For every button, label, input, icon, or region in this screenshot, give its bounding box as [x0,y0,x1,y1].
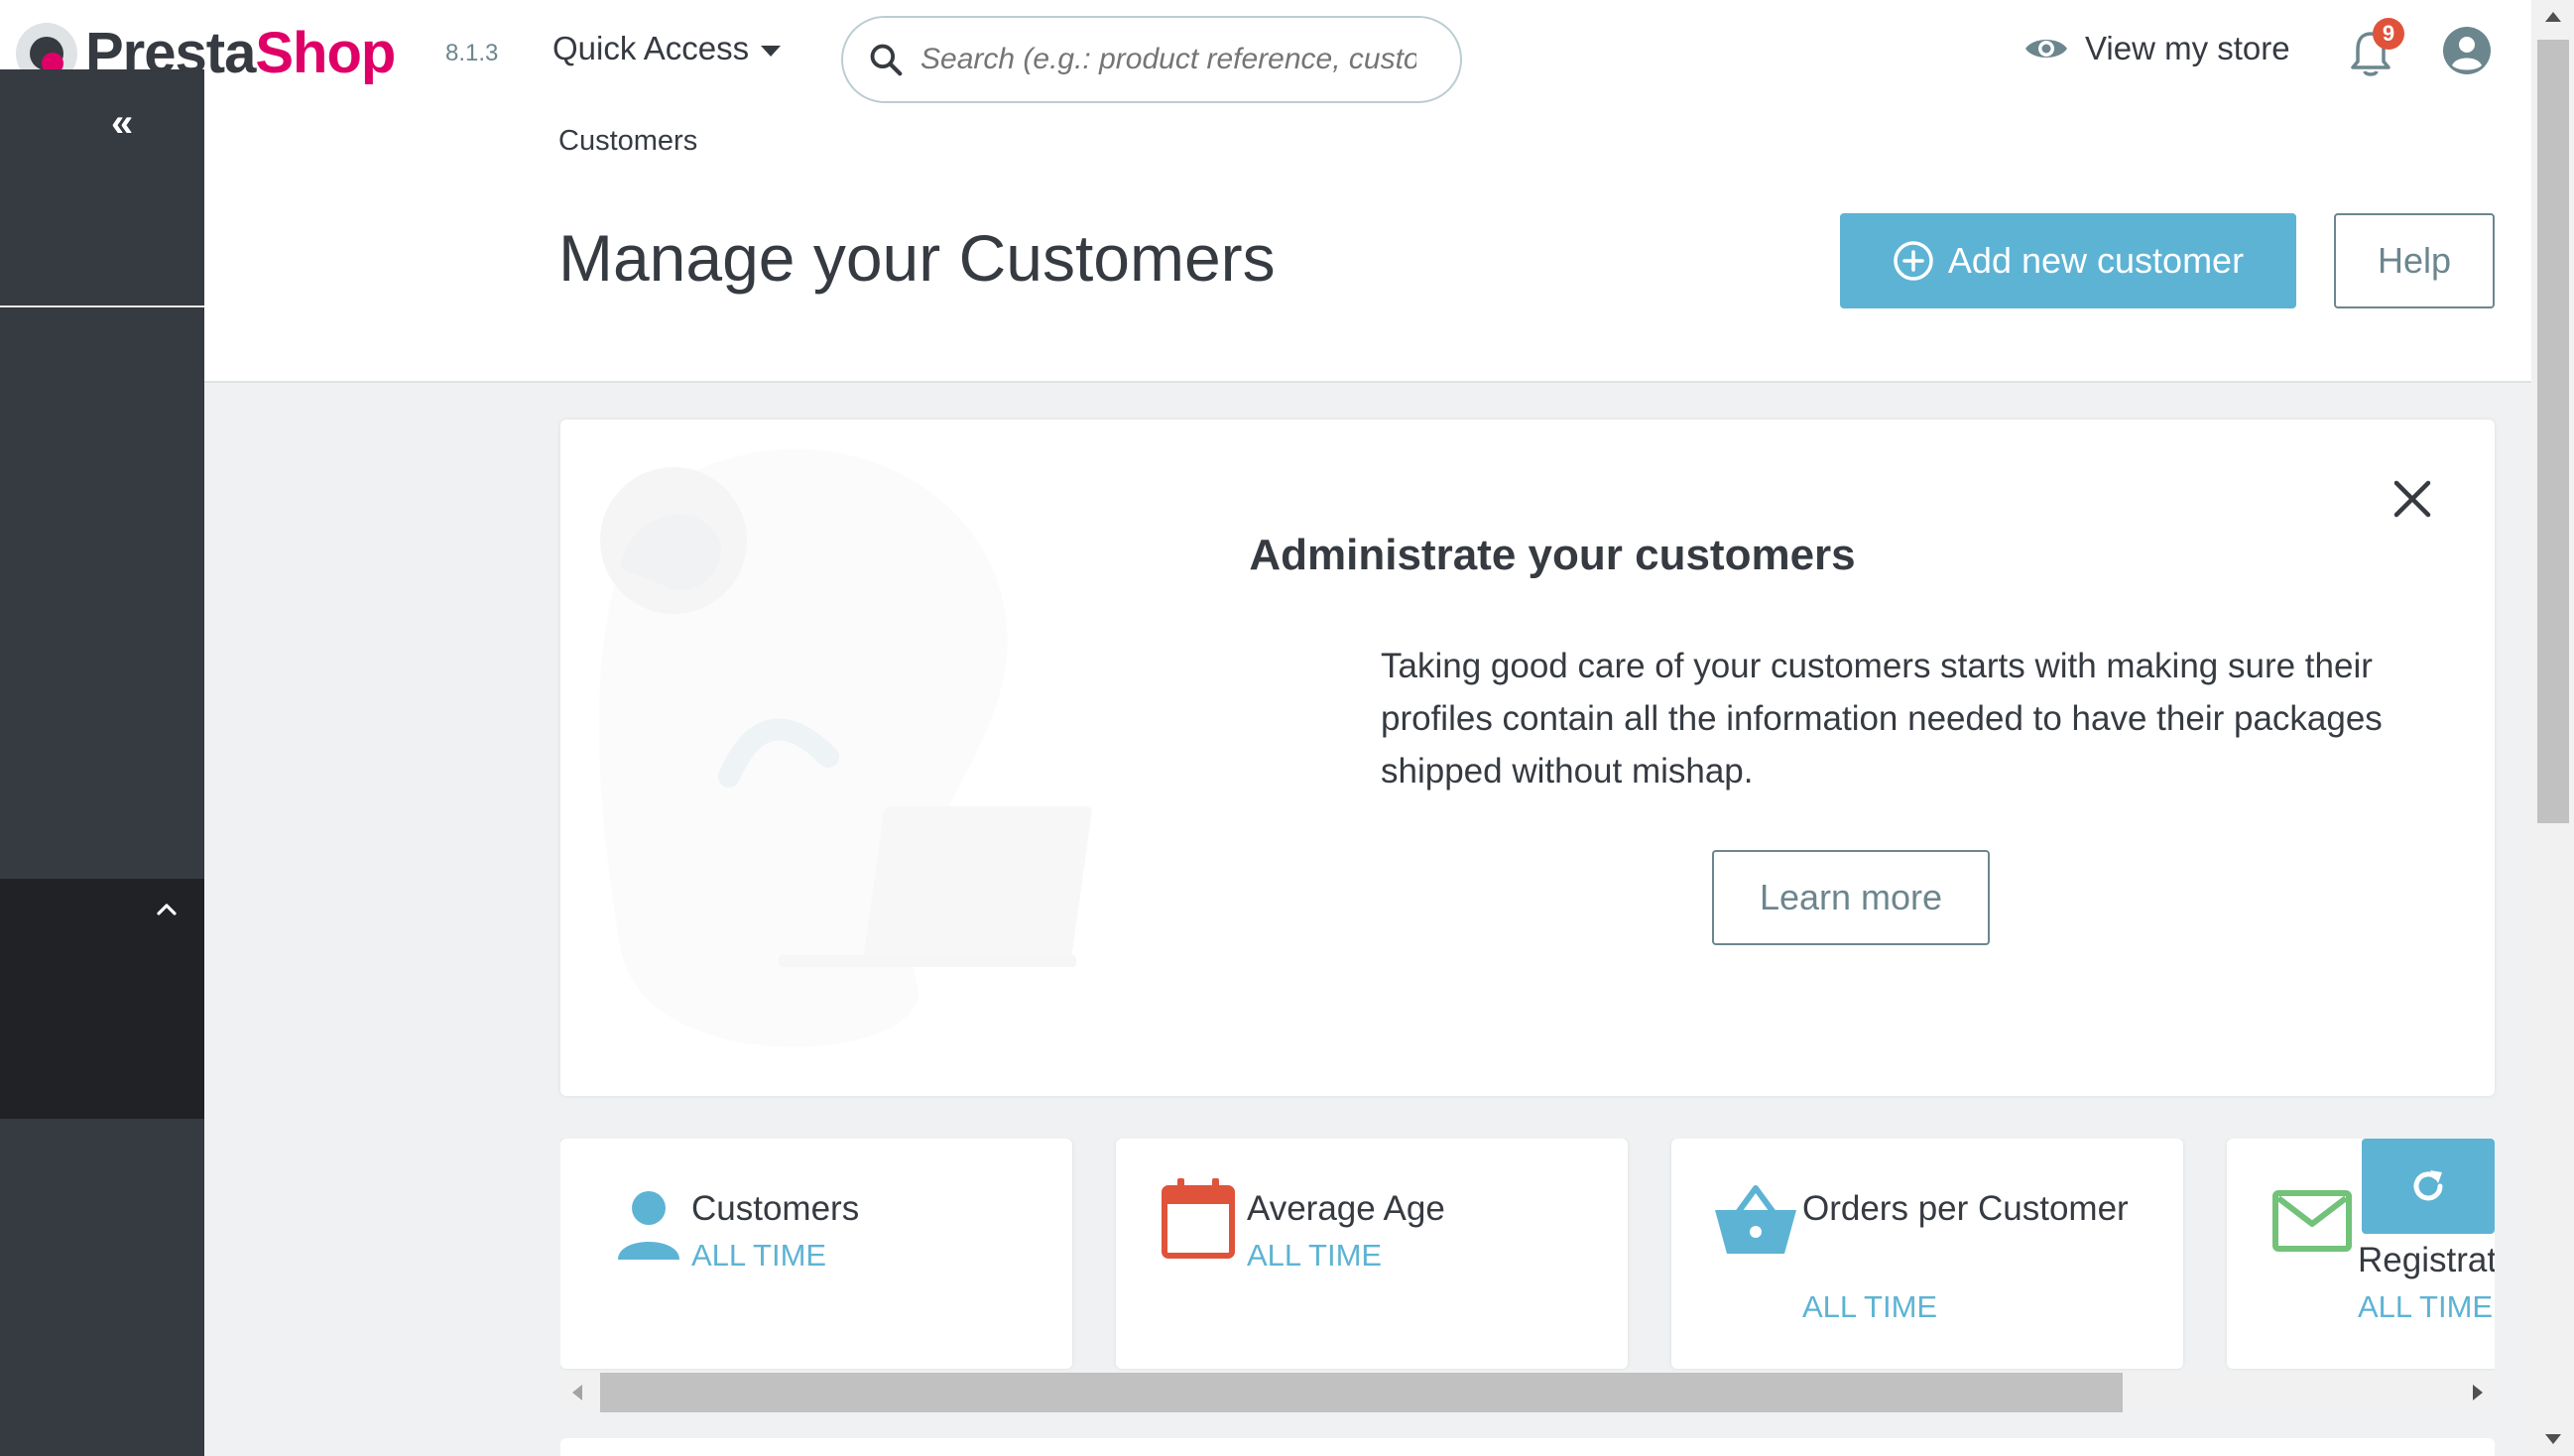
search-input[interactable] [920,43,1416,76]
kpi-name: Average Age [1247,1189,1445,1228]
basket-icon [1715,1185,1796,1254]
scroll-right-icon[interactable] [2473,1385,2483,1400]
chevron-down-icon [761,45,782,57]
kpi-period: ALL TIME [1247,1238,1383,1273]
close-icon[interactable] [2390,477,2434,521]
help-button[interactable]: Help [2334,213,2495,308]
scrollbar-thumb[interactable] [2537,40,2569,823]
account-icon[interactable] [2442,26,2492,75]
learn-more-button[interactable]: Learn more [1712,850,1990,945]
kpi-card-orders-per-customer[interactable]: Orders per Customer ALL TIME [1671,1139,2183,1369]
vertical-scrollbar[interactable] [2531,0,2574,1456]
search-bar[interactable] [841,16,1462,103]
eye-icon [2025,40,2067,58]
quick-access-dropdown[interactable]: Quick Access [552,30,782,67]
refresh-icon [2413,1170,2443,1201]
page-title: Manage your Customers [558,221,1276,295]
kpi-name: Registrat [2358,1241,2495,1279]
kpi-period: ALL TIME [1802,1289,1938,1324]
scrollbar-thumb[interactable] [600,1373,2123,1412]
onboarding-title: Administrate your customers [1249,531,1856,579]
view-store-label: View my store [2085,30,2290,66]
version-label: 8.1.3 [445,40,499,66]
scroll-down-icon[interactable] [2545,1434,2561,1444]
notification-badge: 9 [2373,18,2404,50]
horizontal-scrollbar[interactable] [560,1373,2495,1412]
quick-access-label: Quick Access [552,30,750,66]
view-store-link[interactable]: View my store [2023,30,2290,67]
chevron-up-icon[interactable] [155,897,179,920]
refresh-button[interactable] [2362,1139,2495,1234]
calendar-icon [1162,1178,1235,1259]
plus-circle-icon [1894,241,1933,281]
collapse-icon[interactable]: « [111,101,133,146]
scroll-left-icon[interactable] [572,1385,582,1400]
envelope-icon [2272,1190,2352,1252]
top-header: PrestaShop 8.1.3 Quick Access View my st… [0,0,2531,113]
kpi-card-customers[interactable]: Customers ALL TIME [560,1139,1072,1369]
kpi-name: Orders per Customer [1802,1189,2129,1228]
add-customer-label: Add new customer [1947,240,2245,281]
sidebar-divider [0,305,204,307]
kpi-period: ALL TIME [2358,1289,2494,1324]
customer-illustration [599,448,1092,1047]
customers-table-card [560,1438,2495,1456]
search-icon[interactable] [867,41,905,78]
add-customer-button[interactable]: Add new customer [1840,213,2296,308]
kpi-card-average-age[interactable]: Average Age ALL TIME [1116,1139,1628,1369]
breadcrumb[interactable]: Customers [558,125,697,158]
onboarding-text: Taking good care of your customers start… [1381,647,2383,790]
kpi-period: ALL TIME [691,1238,827,1273]
scroll-up-icon[interactable] [2545,12,2561,22]
sidebar: « [0,69,204,1456]
kpi-row: Customers ALL TIME Average Age ALL TIME … [560,1139,2495,1371]
kpi-name: Customers [691,1189,860,1228]
onboarding-card: Administrate your customers Taking good … [560,420,2495,1096]
user-icon [618,1191,679,1260]
